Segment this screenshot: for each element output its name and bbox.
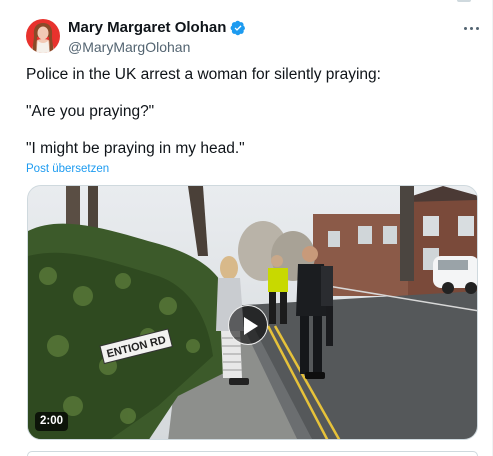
verified-badge-icon[interactable] (230, 20, 246, 36)
translate-post-link[interactable]: Post übersetzen (26, 163, 109, 175)
author-name[interactable]: Mary Margaret Olohan (68, 19, 226, 37)
tweet-text-line: "Are you praying?" (26, 103, 155, 120)
author-block: Mary Margaret Olohan @MaryMargOlohan (68, 19, 246, 56)
tweet-text: Police in the UK arrest a woman for sile… (26, 65, 466, 158)
previous-post-edge (0, 0, 493, 3)
tweet-text-line: "I might be praying in my head." (26, 140, 245, 157)
next-card-edge (27, 451, 478, 456)
avatar[interactable] (26, 19, 60, 53)
play-icon (244, 317, 258, 335)
play-button[interactable] (228, 305, 268, 345)
tweet-card[interactable]: Mary Margaret Olohan @MaryMargOlohan Pol… (0, 0, 493, 456)
tweet-text-line: Police in the UK arrest a woman for sile… (26, 66, 381, 83)
author-handle[interactable]: @MaryMargOlohan (68, 38, 246, 56)
video-duration-badge: 2:00 (35, 412, 69, 431)
more-options-icon[interactable] (463, 22, 481, 36)
